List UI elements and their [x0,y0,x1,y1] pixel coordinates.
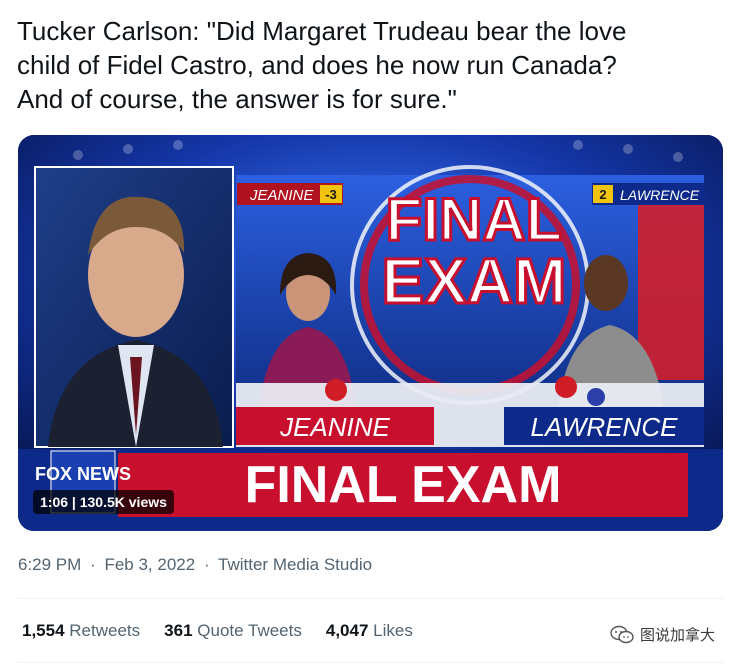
scoreboard-right-score: 2 [599,187,606,202]
divider [18,662,723,663]
video-player[interactable]: FINAL EXAM JEANINE -3 2 LAWRENCE JEANINE… [18,135,723,531]
likes-count: 4,047 [325,621,369,640]
video-view-badge: 1:06 | 130.5K views [33,490,174,514]
nameplate-right: LAWRENCE [531,412,679,442]
meta-separator: · [90,555,96,574]
center-title-line1: FINAL [386,186,563,253]
engagement-stats: 1,554 Retweets 361 Quote Tweets 4,047 Li… [22,621,413,641]
likes-label: Likes [373,621,413,640]
scoreboard-left-name: JEANINE [249,187,314,204]
tweet-text: Tucker Carlson: "Did Margaret Trudeau be… [17,16,627,114]
nameplate-left: JEANINE [279,412,390,442]
retweets-count: 1,554 [22,621,65,640]
scoreboard-left-score: -3 [325,187,337,202]
video-duration: 1:06 [40,494,69,510]
divider [18,598,723,599]
likes-stat[interactable]: 4,047 Likes [326,621,413,641]
watermark-text: 图说加拿大 [640,626,716,644]
quote-tweets-stat[interactable]: 361 Quote Tweets [164,621,302,641]
meta-separator: · [203,555,210,574]
scoreboard-right-name: LAWRENCE [620,187,700,203]
retweets-stat[interactable]: 1,554 Retweets [22,621,140,641]
watermark: 图说加拿大 [610,624,715,645]
network-logo: FOX NEWS [35,464,131,484]
center-title-line2: EXAM [382,245,567,317]
banner-title: FINAL EXAM [245,456,562,514]
tweet-source[interactable]: Twitter Media Studio [218,555,372,574]
video-views: 130.5K views [79,494,167,510]
tweet-date[interactable]: Feb 3, 2022 [104,555,195,574]
quotes-label: Quote Tweets [197,621,302,640]
tweet-time[interactable]: 6:29 PM [18,555,81,574]
video-frame: FINAL EXAM JEANINE -3 2 LAWRENCE JEANINE… [18,135,723,531]
quotes-count: 361 [164,621,193,640]
tweet-meta: 6:29 PM · Feb 3, 2022 · Twitter Media St… [18,555,376,575]
badge-separator: | [71,494,80,510]
wechat-icon [610,625,634,643]
retweets-label: Retweets [69,621,141,640]
